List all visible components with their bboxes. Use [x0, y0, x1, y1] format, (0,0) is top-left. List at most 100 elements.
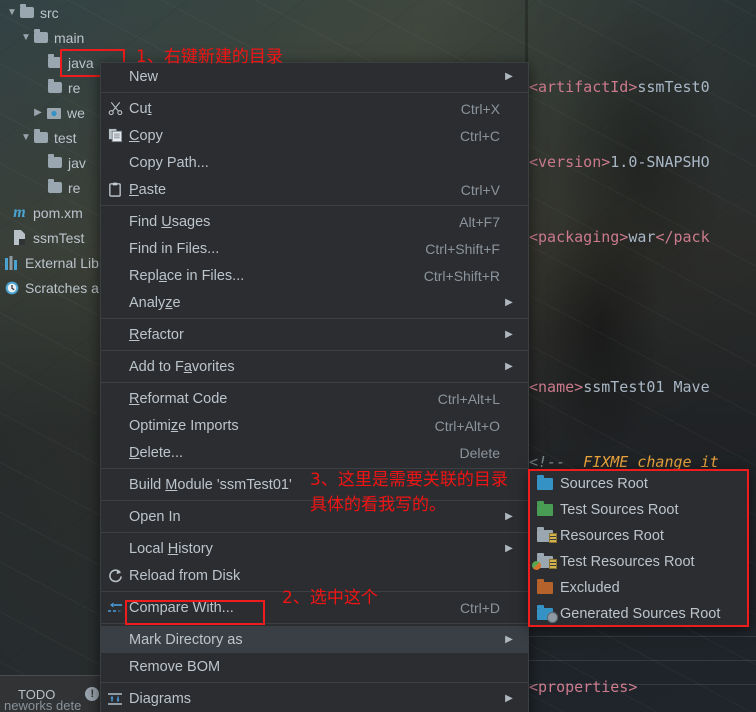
chevron-right-icon: ▶	[505, 329, 513, 340]
editor-divider	[525, 684, 756, 685]
maven-icon: m	[13, 203, 26, 221]
submenu-item-label: Test Resources Root	[560, 554, 695, 570]
chevron-right-icon: ▶	[505, 511, 513, 522]
code-line: <artifactId>ssmTest0	[529, 78, 710, 96]
tree-row[interactable]: ▼ main	[0, 25, 84, 50]
menu-separator	[101, 92, 528, 93]
menu-item-label: Copy	[129, 127, 163, 144]
menu-item-shortcut: Alt+F7	[459, 213, 500, 230]
menu-item-label: Find in Files...	[129, 240, 220, 257]
submenu-item-label: Generated Sources Root	[560, 606, 721, 622]
code-line: <name>ssmTest01 Mave	[529, 378, 710, 396]
chevron-right-icon: ▶	[505, 361, 513, 372]
tree-label: we	[67, 104, 85, 121]
submenu-item-generated-sources-root[interactable]: Generated Sources Root	[530, 601, 747, 625]
submenu-item-label: Sources Root	[560, 476, 648, 492]
tree-row[interactable]: jav	[0, 150, 86, 175]
tree-row[interactable]: ▶ we	[0, 100, 85, 125]
menu-item-analyze[interactable]: Analyze ▶	[101, 289, 528, 316]
chevron-down-icon[interactable]: ▼	[18, 32, 34, 43]
folder-icon	[48, 154, 62, 168]
menu-item-cut[interactable]: Cut Ctrl+X	[101, 95, 528, 122]
menu-separator	[101, 532, 528, 533]
menu-item-label: Copy Path...	[129, 154, 209, 171]
tree-row[interactable]: re	[0, 175, 80, 200]
tree-row-java[interactable]: java	[0, 50, 94, 75]
folder-icon	[48, 179, 62, 193]
menu-item-shortcut: Ctrl+V	[460, 181, 500, 198]
menu-item-shortcut: Delete	[459, 444, 500, 461]
chevron-right-icon: ▶	[505, 71, 513, 82]
menu-item-refactor[interactable]: Refactor ▶	[101, 321, 528, 348]
menu-item-shortcut: Ctrl+C	[459, 127, 500, 144]
menu-item-label: Diagrams	[129, 690, 192, 707]
tree-label: main	[54, 29, 85, 46]
ide-window: <artifactId>ssmTest0 <version>1.0-SNAPSH…	[0, 0, 756, 712]
chevron-right-icon[interactable]: ▶	[30, 107, 46, 118]
menu-item-remove-bom[interactable]: Remove BOM	[101, 653, 528, 680]
clock-icon	[4, 280, 19, 295]
compare-icon	[101, 601, 129, 615]
menu-item-label: New	[129, 68, 159, 85]
tree-label: pom.xm	[33, 204, 83, 221]
clipboard-icon	[101, 182, 129, 197]
tree-label: java	[68, 54, 94, 71]
submenu-item-excluded[interactable]: Excluded	[530, 575, 747, 601]
menu-separator	[101, 205, 528, 206]
menu-item-delete[interactable]: Delete... Delete	[101, 439, 528, 466]
chevron-right-icon: ▶	[505, 693, 513, 704]
annotation-2: 2、选中这个	[282, 588, 378, 608]
editor-divider	[525, 660, 756, 661]
tree-row[interactable]: ▼ test	[0, 125, 77, 150]
menu-item-reformat-code[interactable]: Reformat Code Ctrl+Alt+L	[101, 385, 528, 412]
menu-item-find-usages[interactable]: Find Usages Alt+F7	[101, 208, 528, 235]
mark-directory-as-submenu[interactable]: Sources Root Test Sources Root Resources R…	[529, 470, 748, 626]
folder-orange-icon	[530, 579, 560, 594]
menu-item-local-history[interactable]: Local History ▶	[101, 535, 528, 562]
menu-item-label: Reformat Code	[129, 390, 228, 407]
tree-row[interactable]: m pom.xm	[0, 200, 83, 225]
annotation-3-line1: 3、这里是需要关联的目录	[310, 470, 508, 490]
folder-resources-icon	[530, 527, 560, 543]
folder-test-resources-icon	[530, 553, 560, 570]
menu-item-label: Delete...	[129, 444, 184, 461]
menu-item-label: Cut	[129, 100, 152, 117]
menu-item-reload-from-disk[interactable]: Reload from Disk	[101, 562, 528, 589]
tree-label: re	[68, 179, 81, 196]
chevron-down-icon[interactable]: ▼	[18, 132, 34, 143]
menu-item-replace-in-files[interactable]: Replace in Files... Ctrl+Shift+R	[101, 262, 528, 289]
tree-row[interactable]: ▼ src	[0, 0, 59, 25]
tree-label: test	[54, 129, 77, 146]
folder-generated-icon	[530, 605, 560, 623]
menu-separator	[101, 350, 528, 351]
tree-row[interactable]: ssmTest	[0, 225, 84, 250]
menu-item-copy[interactable]: Copy Ctrl+C	[101, 122, 528, 149]
diagram-icon	[101, 692, 129, 706]
menu-item-label: Reload from Disk	[129, 567, 241, 584]
menu-item-paste[interactable]: Paste Ctrl+V	[101, 176, 528, 203]
menu-item-label: Add to Favorites	[129, 358, 235, 375]
tree-row[interactable]: re	[0, 75, 80, 100]
menu-item-mark-directory-as[interactable]: Mark Directory as ▶	[101, 626, 528, 653]
chevron-down-icon[interactable]: ▼	[4, 7, 20, 18]
submenu-item-resources-root[interactable]: Resources Root	[530, 523, 747, 549]
menu-item-optimize-imports[interactable]: Optimize Imports Ctrl+Alt+O	[101, 412, 528, 439]
folder-icon	[34, 29, 48, 43]
submenu-item-sources-root[interactable]: Sources Root	[530, 471, 747, 497]
menu-item-find-in-files[interactable]: Find in Files... Ctrl+Shift+F	[101, 235, 528, 262]
tree-label: jav	[68, 154, 86, 171]
menu-item-label: Local History	[129, 540, 213, 557]
menu-item-diagrams[interactable]: Diagrams ▶	[101, 685, 528, 712]
annotation-1: 1、右键新建的目录	[136, 47, 283, 67]
context-menu[interactable]: New ▶ Cut Ctrl+X Copy Ctrl+C Copy Path... Paste…	[100, 62, 529, 712]
submenu-item-label: Test Sources Root	[560, 502, 679, 518]
menu-item-copy-path[interactable]: Copy Path...	[101, 149, 528, 176]
menu-separator	[101, 382, 528, 383]
menu-item-shortcut: Ctrl+Alt+L	[437, 390, 500, 407]
tree-row-external-libraries[interactable]: External Lib	[0, 250, 99, 275]
menu-item-add-to-favorites[interactable]: Add to Favorites ▶	[101, 353, 528, 380]
submenu-item-test-resources-root[interactable]: Test Resources Root	[530, 549, 747, 575]
submenu-item-test-sources-root[interactable]: Test Sources Root	[530, 497, 747, 523]
tree-row-scratches[interactable]: Scratches a	[0, 275, 99, 300]
